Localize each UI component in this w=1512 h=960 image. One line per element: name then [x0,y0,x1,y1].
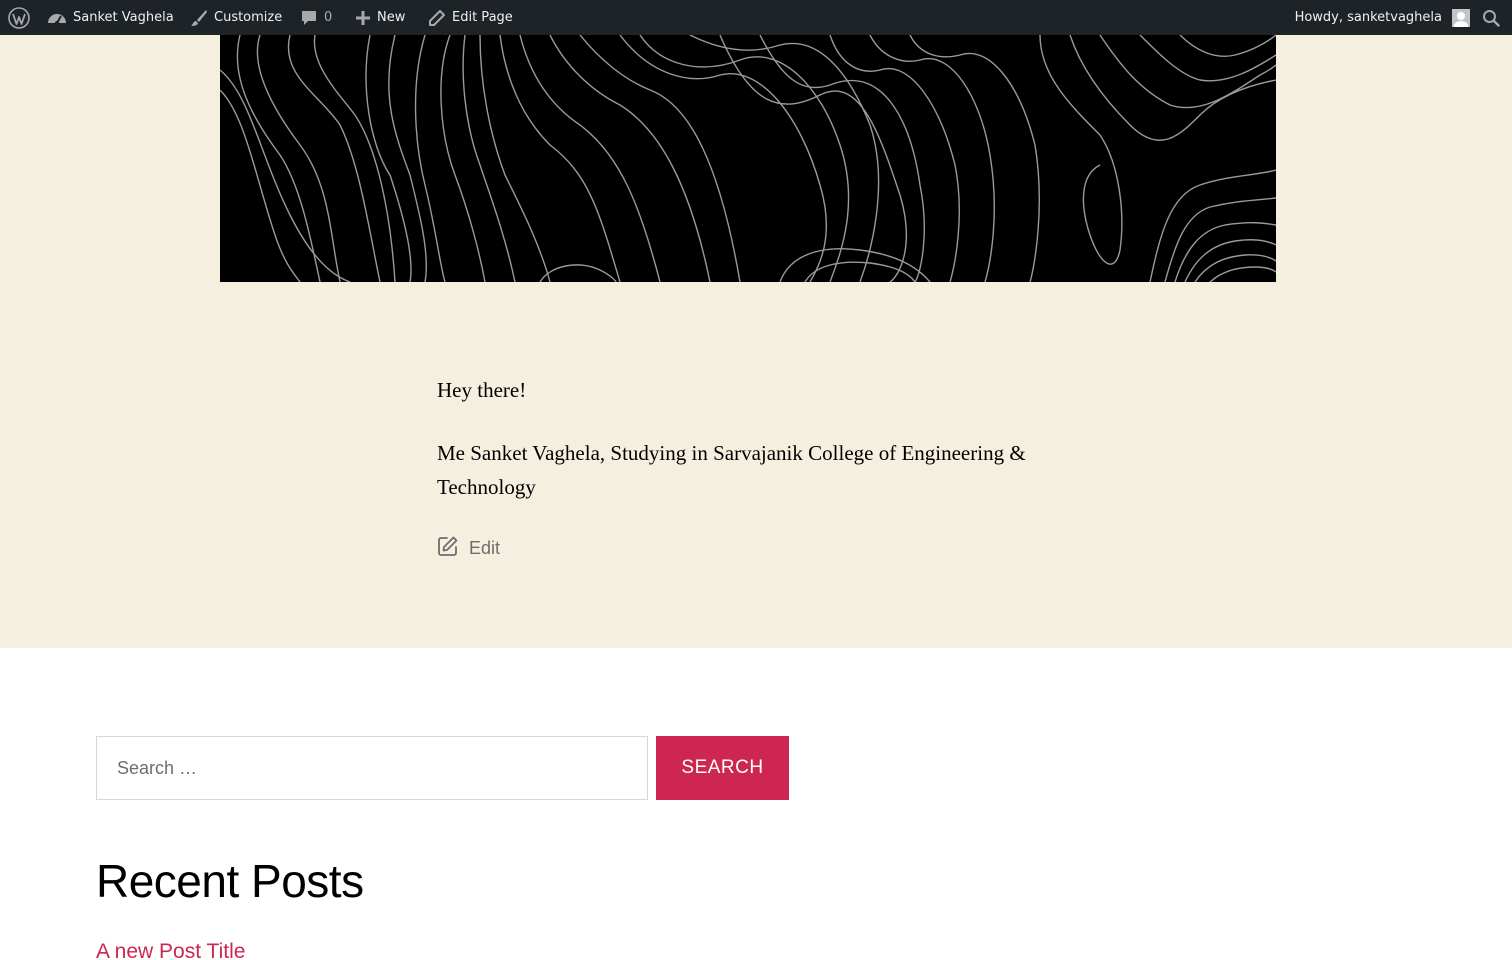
edit-label: Edit [469,538,501,558]
featured-image [220,35,1276,282]
recent-post-link[interactable]: A new Post Title [96,940,245,960]
customize-label: Customize [214,10,283,25]
edit-icon [437,535,459,562]
edit-post-link[interactable]: Edit [437,535,500,562]
comments-count: 0 [324,10,333,25]
page-entry-content: Hey there! Me Sanket Vaghela, Studying i… [437,373,1077,504]
new-content-link[interactable]: New [355,0,405,35]
my-account-link[interactable]: Howdy, sanketvaghela [1295,0,1470,35]
search-button[interactable]: Search [656,736,789,800]
new-label: New [377,10,406,25]
recent-posts-list: A new Post Title [96,940,245,960]
edit-page-link[interactable]: Edit Page [428,0,513,35]
search-input[interactable] [96,736,648,800]
plus-icon [355,10,371,26]
customize-link[interactable]: Customize [190,0,282,35]
site-name-label: Sanket Vaghela [73,10,174,25]
pencil-icon [428,9,446,27]
howdy-label: Howdy, sanketvaghela [1294,10,1442,25]
paintbrush-icon [190,9,208,27]
avatar [1452,8,1470,27]
edit-page-label: Edit Page [452,10,513,25]
page-content-section: Hey there! Me Sanket Vaghela, Studying i… [0,35,1512,648]
site-name-link[interactable]: Sanket Vaghela [47,0,174,35]
recent-posts-heading: Recent Posts [96,855,364,907]
greeting-paragraph: Hey there! [437,378,527,402]
list-item: A new Post Title [96,940,245,960]
admin-search-icon[interactable] [1478,0,1504,35]
comment-bubble-icon [300,9,318,27]
search-form: Search [96,736,789,800]
wordpress-logo-icon[interactable] [6,0,32,35]
dashboard-icon [47,9,67,27]
intro-paragraph: Me Sanket Vaghela, Studying in Sarvajani… [437,441,1026,499]
admin-bar: Sanket Vaghela Customize 0 New Edit Page… [0,0,1512,35]
comments-link[interactable]: 0 [300,0,332,35]
